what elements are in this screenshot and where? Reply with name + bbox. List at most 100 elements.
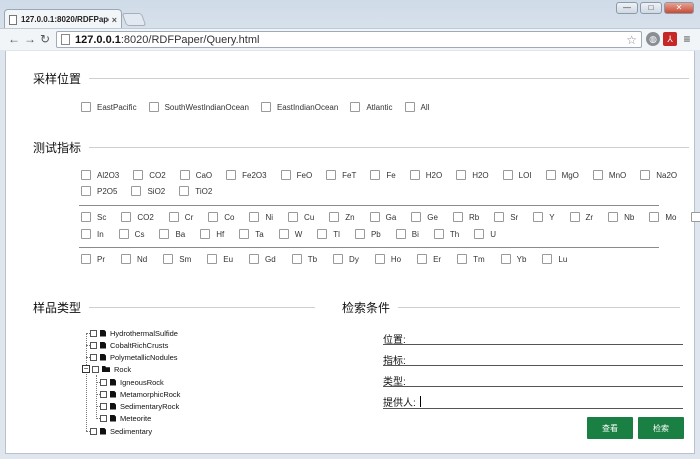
indicator-option[interactable]: In (81, 229, 104, 239)
rock-expander-icon[interactable]: − (82, 365, 90, 373)
indicator-option[interactable]: Ge (411, 212, 438, 222)
sampling-option[interactable]: Atlantic (350, 102, 393, 112)
indicator-option[interactable]: Ba (159, 229, 185, 239)
indicator-option[interactable]: LOI (502, 170, 532, 180)
checkbox[interactable] (350, 102, 361, 112)
checkbox[interactable] (370, 170, 381, 180)
checkbox[interactable] (208, 212, 219, 222)
checkbox[interactable] (329, 212, 340, 222)
reload-icon[interactable]: ↻ (40, 32, 50, 46)
checkbox[interactable] (649, 212, 660, 222)
checkbox[interactable] (148, 102, 159, 112)
indicator-option[interactable]: FeT (326, 170, 356, 180)
checkbox[interactable] (456, 170, 467, 180)
indicator-option[interactable]: Er (417, 254, 441, 264)
indicator-option[interactable]: CO2 (133, 170, 166, 180)
checkbox[interactable] (121, 212, 132, 222)
tree-node[interactable]: HydrothermalSulfide (90, 328, 178, 338)
indicator-option[interactable]: Cr (168, 212, 193, 222)
checkbox[interactable] (494, 212, 505, 222)
address-bar[interactable]: 127.0.0.1 :8020/RDFPaper/Query.html ☆ (56, 31, 642, 48)
bookmark-star-icon[interactable]: ☆ (626, 33, 637, 47)
tree-node[interactable]: PolymetallicNodules (90, 352, 178, 362)
checkbox[interactable] (354, 229, 365, 239)
checkbox[interactable] (163, 254, 174, 264)
checkbox[interactable] (118, 229, 129, 239)
checkbox[interactable] (326, 170, 337, 180)
checkbox[interactable] (81, 254, 91, 264)
tree-checkbox[interactable] (100, 402, 107, 410)
tree-node[interactable]: IgneousRock (100, 377, 164, 387)
indicator-option[interactable]: Ni (249, 212, 273, 222)
indicator-option[interactable]: Ho (374, 254, 401, 264)
sampling-option[interactable]: SouthWestIndianOcean (148, 102, 249, 112)
checkbox[interactable] (121, 254, 131, 264)
menu-icon[interactable]: ≡ (680, 32, 694, 46)
checkbox[interactable] (333, 254, 344, 264)
checkbox[interactable] (545, 170, 556, 180)
globe-extension-icon[interactable]: ◍ (646, 32, 660, 46)
indicator-option[interactable]: Sr (494, 212, 518, 222)
back-arrow-icon[interactable]: ← (8, 32, 20, 46)
tree-checkbox[interactable] (100, 390, 107, 398)
checkbox[interactable] (81, 212, 91, 222)
checkbox[interactable] (200, 229, 211, 239)
tree-checkbox[interactable] (100, 378, 107, 386)
indicator-option[interactable]: Zn (329, 212, 355, 222)
checkbox[interactable] (542, 254, 553, 264)
checkbox[interactable] (569, 212, 580, 222)
new-tab-button[interactable] (121, 13, 147, 26)
sampling-option[interactable]: EastIndianOcean (260, 102, 338, 112)
indicator-option[interactable]: TiO2 (179, 186, 212, 196)
tree-checkbox[interactable] (90, 427, 97, 435)
indicator-option[interactable]: Eu (207, 254, 233, 264)
indicator-option[interactable]: Lu (542, 254, 567, 264)
indicator-option[interactable]: SiO2 (131, 186, 165, 196)
tree-checkbox[interactable] (100, 414, 107, 422)
tree-checkbox[interactable] (92, 365, 99, 373)
indicator-option[interactable]: Yb (500, 254, 526, 264)
tree-checkbox[interactable] (90, 329, 97, 337)
indicator-option[interactable]: Co (208, 212, 234, 222)
checkbox[interactable] (457, 254, 468, 264)
indicator-option[interactable]: CaO (179, 170, 212, 180)
checkbox[interactable] (239, 229, 250, 239)
sampling-option[interactable]: All (404, 102, 429, 112)
checkbox[interactable] (280, 170, 291, 180)
checkbox[interactable] (179, 170, 190, 180)
checkbox[interactable] (81, 170, 91, 180)
checkbox[interactable] (288, 212, 299, 222)
tree-checkbox[interactable] (90, 341, 97, 349)
tree-node[interactable]: MetamorphicRock (100, 389, 180, 399)
checkbox[interactable] (249, 212, 260, 222)
indicator-option[interactable]: U (474, 229, 496, 239)
indicator-option[interactable]: Mo (649, 212, 676, 222)
indicator-option[interactable]: Tl (317, 229, 340, 239)
tree-node[interactable]: CobaltRichCrusts (90, 340, 168, 350)
indicator-option[interactable]: Cu (288, 212, 314, 222)
search-button[interactable]: 检索 (638, 417, 684, 439)
checkbox[interactable] (474, 229, 485, 239)
indicator-option[interactable]: Na2O (640, 170, 677, 180)
query-button[interactable]: 查看 (587, 417, 633, 439)
tree-node[interactable]: Meteorite (100, 413, 151, 423)
indicator-option[interactable]: Nb (608, 212, 634, 222)
indicator-option[interactable]: Nd (121, 254, 147, 264)
indicator-option[interactable]: W (278, 229, 302, 239)
tree-node[interactable]: Sedimentary (90, 426, 152, 436)
checkbox[interactable] (159, 229, 170, 239)
tab-close-icon[interactable]: × (112, 15, 117, 25)
indicator-option[interactable]: CO2 (121, 212, 154, 222)
close-window-button[interactable]: ✕ (664, 2, 694, 14)
indicator-option[interactable]: Fe (370, 170, 396, 180)
checkbox[interactable] (452, 212, 463, 222)
checkbox[interactable] (640, 170, 651, 180)
forward-arrow-icon[interactable]: → (24, 32, 36, 46)
indicator-option[interactable]: Al2O3 (81, 170, 119, 180)
indicator-option[interactable]: Fe2O3 (226, 170, 267, 180)
checkbox[interactable] (207, 254, 218, 264)
checkbox[interactable] (278, 229, 289, 239)
checkbox[interactable] (374, 254, 385, 264)
checkbox[interactable] (317, 229, 328, 239)
indicator-option[interactable]: Ta (239, 229, 264, 239)
